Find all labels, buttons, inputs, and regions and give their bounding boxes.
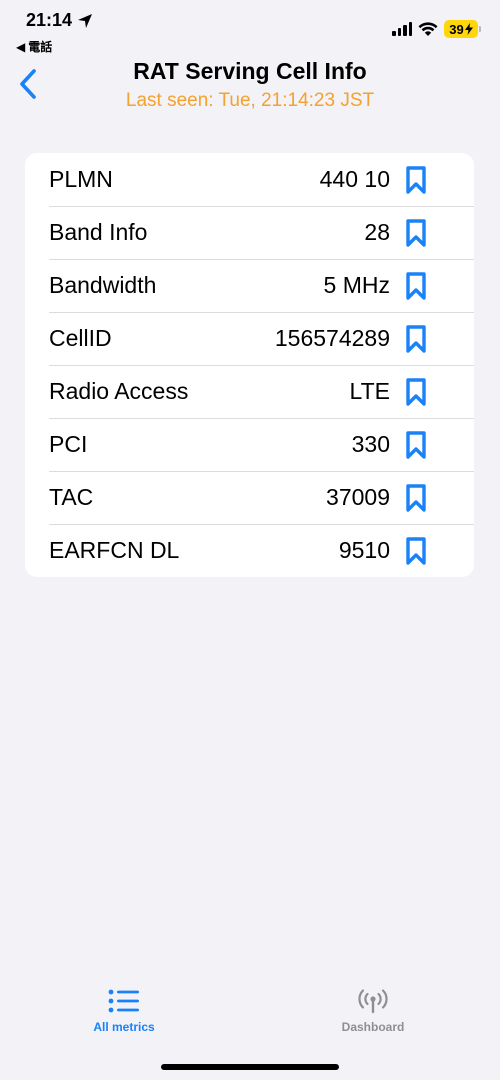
list-item-cellid: CellID 156574289 bbox=[25, 312, 474, 365]
bookmark-button[interactable] bbox=[404, 323, 428, 355]
metric-label: EARFCN DL bbox=[49, 537, 180, 563]
last-seen-subtitle: Last seen: Tue, 21:14:23 JST bbox=[125, 90, 375, 111]
cellular-signal-icon bbox=[392, 22, 412, 36]
tab-dashboard-label: Dashboard bbox=[341, 1020, 405, 1034]
tab-all-metrics[interactable]: All metrics bbox=[54, 988, 194, 1034]
list-item-pci: PCI 330 bbox=[25, 418, 474, 471]
metric-value: 37009 bbox=[326, 484, 390, 510]
bookmark-button[interactable] bbox=[404, 482, 428, 514]
battery-level: 39 bbox=[449, 21, 464, 37]
home-indicator[interactable] bbox=[161, 1064, 339, 1070]
metric-label: PLMN bbox=[49, 166, 113, 192]
back-to-app-link[interactable]: ◀ 電話 bbox=[16, 38, 52, 55]
location-arrow-icon bbox=[78, 13, 93, 28]
bookmark-icon bbox=[406, 271, 426, 300]
bookmark-icon bbox=[406, 165, 426, 194]
list-item-band-info: Band Info 28 bbox=[25, 206, 474, 259]
list-item-bandwidth: Bandwidth 5 MHz bbox=[25, 259, 474, 312]
metric-value: 9510 bbox=[338, 537, 390, 563]
metric-value: 330 bbox=[351, 431, 390, 457]
bookmark-button[interactable] bbox=[404, 217, 428, 249]
list-item-radio-access: Radio Access LTE bbox=[25, 365, 474, 418]
list-item-tac: TAC 37009 bbox=[25, 471, 474, 524]
metric-label: CellID bbox=[49, 325, 112, 351]
charging-bolt-icon bbox=[464, 23, 473, 35]
cell-info-list: PLMN 440 10 Band Info 28 Bandwidth 5 MHz… bbox=[25, 153, 474, 577]
bookmark-icon bbox=[406, 536, 426, 565]
metric-label: Bandwidth bbox=[49, 272, 157, 298]
metric-label: TAC bbox=[49, 484, 94, 510]
page-title: RAT Serving Cell Info bbox=[133, 58, 367, 84]
bookmark-icon bbox=[406, 483, 426, 512]
status-indicators: 39 bbox=[392, 20, 481, 38]
tab-dashboard[interactable]: Dashboard bbox=[303, 988, 443, 1034]
back-triangle-icon: ◀ bbox=[16, 39, 26, 54]
bookmark-icon bbox=[406, 324, 426, 353]
metric-value: 440 10 bbox=[319, 166, 390, 192]
list-icon bbox=[108, 989, 139, 1013]
list-item-earfcn-dl: EARFCN DL 9510 bbox=[25, 524, 474, 577]
bookmark-button[interactable] bbox=[404, 429, 428, 461]
bookmark-icon bbox=[406, 218, 426, 247]
bookmark-icon bbox=[406, 377, 426, 406]
status-time-text: 21:14 bbox=[26, 10, 73, 30]
metric-value: 156574289 bbox=[274, 325, 390, 351]
antenna-icon bbox=[358, 989, 388, 1014]
bookmark-button[interactable] bbox=[404, 535, 428, 567]
tab-all-metrics-label: All metrics bbox=[93, 1020, 155, 1034]
navigation-bar: RAT Serving Cell Info Last seen: Tue, 21… bbox=[0, 54, 500, 118]
battery-icon: 39 bbox=[444, 20, 481, 38]
metric-value: 5 MHz bbox=[323, 272, 390, 298]
back-app-label: 電話 bbox=[28, 40, 53, 54]
metric-value: LTE bbox=[349, 378, 390, 404]
bookmark-button[interactable] bbox=[404, 376, 428, 408]
status-time: 21:14 bbox=[26, 10, 93, 31]
wifi-icon bbox=[418, 21, 438, 36]
bookmark-button[interactable] bbox=[404, 270, 428, 302]
metric-value: 28 bbox=[364, 219, 390, 245]
status-bar: 21:14 ◀ 電話 39 bbox=[0, 0, 500, 56]
metric-label: PCI bbox=[49, 431, 88, 457]
bookmark-button[interactable] bbox=[404, 164, 428, 196]
metric-label: Radio Access bbox=[49, 378, 189, 404]
list-item-plmn: PLMN 440 10 bbox=[25, 153, 474, 206]
metric-label: Band Info bbox=[49, 219, 148, 245]
bookmark-icon bbox=[406, 430, 426, 459]
